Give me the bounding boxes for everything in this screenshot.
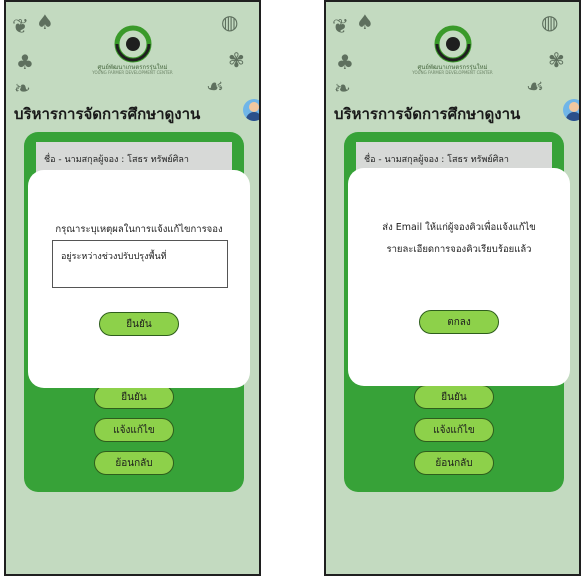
confirm-button[interactable]: ยืนยัน [414,385,494,409]
back-button[interactable]: ย้อนกลับ [414,451,494,475]
pepper-icon: ❦ [332,14,349,38]
page-title: บริหารการจัดการศึกษาดูงาน [14,105,201,123]
email-sent-message-line1: ส่ง Email ให้แก่ผู้จองคิวเพื่อแจ้งแก้ไข [382,222,536,233]
reason-prompt: กรุณาระบุเหตุผลในการแจ้งแก้ไขการจอง [55,224,223,235]
page-title: บริหารการจัดการศึกษาดูงาน [334,105,521,123]
broccoli-icon: ♣ [16,50,34,74]
email-sent-dialog: ส่ง Email ให้แก่ผู้จองคิวเพื่อแจ้งแก้ไข … [348,168,570,386]
leaf-icon: ❧ [14,76,31,100]
booker-name: ชื่อ - นามสกุลผู้จอง : โสธร ทรัพย์ศิลา [44,155,189,165]
onion-icon: ✾ [228,48,245,72]
dialog-confirm-button[interactable]: ยืนยัน [99,312,179,336]
tomato-icon: ◍ [541,10,559,34]
report-edit-button[interactable]: แจ้งแก้ไข [414,418,494,442]
pepper-icon: ☙ [206,74,224,98]
reason-dialog: กรุณาระบุเหตุผลในการแจ้งแก้ไขการจอง อยู่… [28,170,250,388]
email-sent-message-line2: รายละเอียดการจองคิวเรียบร้อยแล้ว [386,244,532,255]
pepper-icon: ❦ [12,14,29,38]
brand-subtitle: YOUNG FARMER DEVELOPMENT CENTER [412,70,493,75]
broccoli-icon: ♣ [336,50,354,74]
phone-screen-left: ❦ ♠ ♣ ❧ ◍ ✾ ☙ ศูนย์พัฒนาเกษตรกรรุ่นใหม่ … [4,0,261,576]
leaf-icon: ❧ [334,76,351,100]
logo [114,25,151,63]
dialog-ok-button[interactable]: ตกลง [419,310,499,334]
header-decoration: ❦ ♠ ♣ ❧ ◍ ✾ ☙ ศูนย์พัฒนาเกษตรกรรุ่นใหม่ … [6,2,259,100]
confirm-button[interactable]: ยืนยัน [94,385,174,409]
header-decoration: ❦ ♠ ♣ ❧ ◍ ✾ ☙ ศูนย์พัฒนาเกษตรกรรุ่นใหม่ … [326,2,579,100]
report-edit-button[interactable]: แจ้งแก้ไข [94,418,174,442]
tomato-icon: ◍ [221,10,239,34]
user-avatar-icon[interactable] [563,99,579,121]
phone-screen-right: ❦ ♠ ♣ ❧ ◍ ✾ ☙ ศูนย์พัฒนาเกษตรกรรุ่นใหม่ … [324,0,581,576]
carrot-icon: ♠ [356,10,374,34]
onion-icon: ✾ [548,48,565,72]
brand-subtitle: YOUNG FARMER DEVELOPMENT CENTER [92,70,173,75]
user-avatar-icon[interactable] [243,99,259,121]
pepper-icon: ☙ [526,74,544,98]
carrot-icon: ♠ [36,10,54,34]
back-button[interactable]: ย้อนกลับ [94,451,174,475]
logo [434,25,471,63]
booker-name: ชื่อ - นามสกุลผู้จอง : โสธร ทรัพย์ศิลา [364,155,509,165]
reason-input[interactable]: อยู่ระหว่างช่วงปรับปรุงพื้นที่ [52,240,228,288]
